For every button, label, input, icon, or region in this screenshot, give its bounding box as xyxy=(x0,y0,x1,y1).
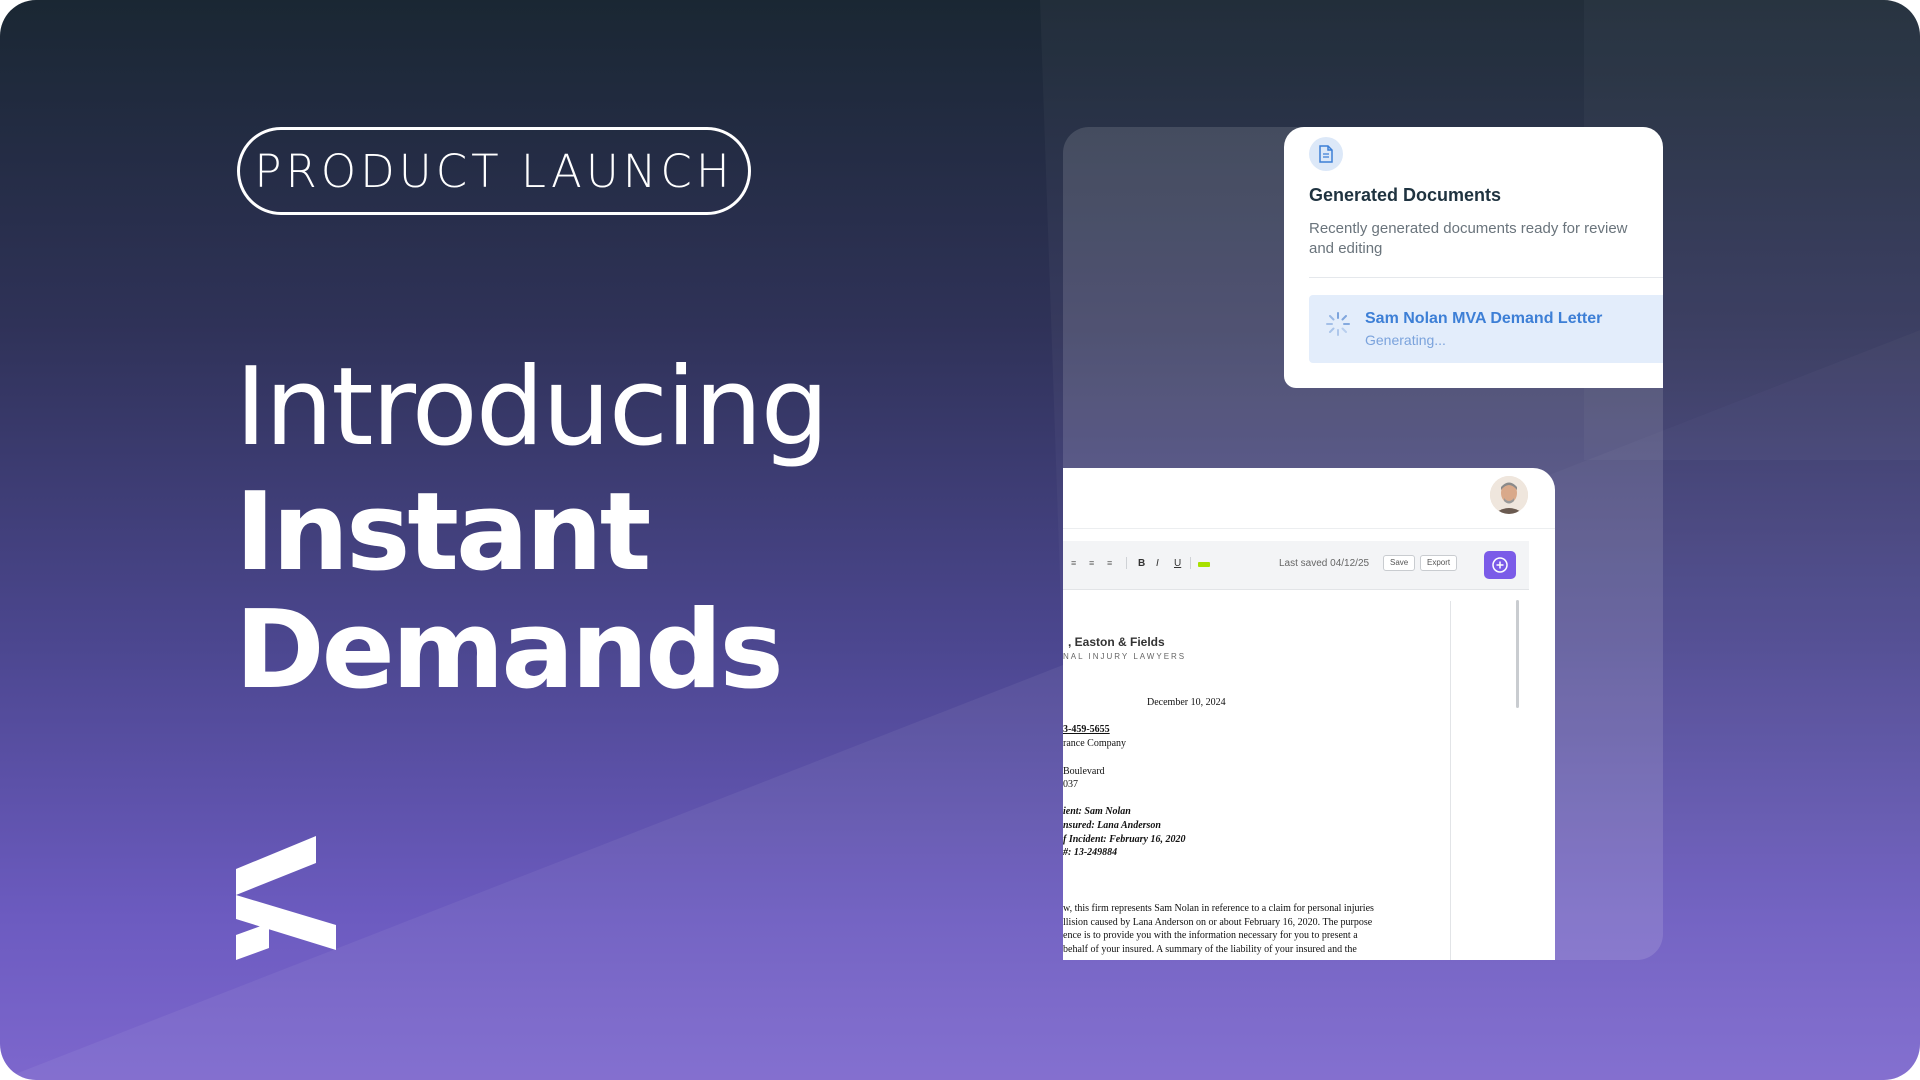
firm-tagline: NAL INJURY LAWYERS xyxy=(1063,652,1187,661)
body-line: ence is to provide you with the informat… xyxy=(1063,930,1358,941)
document-editor: ≡ ≡ ≡ B I U Last saved 04/12/25 Save Exp… xyxy=(1063,468,1555,960)
body-line: behalf of your insured. A summary of the… xyxy=(1063,944,1357,955)
re-line: nsured: Lana Anderson xyxy=(1063,820,1161,831)
editor-toolbar: ≡ ≡ ≡ B I U Last saved 04/12/25 Save Exp… xyxy=(1063,541,1529,590)
italic-button[interactable]: I xyxy=(1156,558,1159,569)
editor-scrollbar[interactable] xyxy=(1516,600,1519,708)
recipient-line: 3-459-5655 xyxy=(1063,724,1110,735)
hero-banner: PRODUCT LAUNCH Introducing Instant Deman… xyxy=(0,0,1920,1080)
highlight-button[interactable] xyxy=(1198,562,1210,567)
divider xyxy=(1309,277,1663,278)
divider xyxy=(1126,557,1127,569)
export-button[interactable]: Export xyxy=(1420,555,1458,571)
document-item-status: Generating... xyxy=(1365,332,1446,348)
align-center-icon[interactable]: ≡ xyxy=(1089,558,1094,568)
align-justify-icon[interactable]: ≡ xyxy=(1107,558,1112,568)
align-left-icon[interactable]: ≡ xyxy=(1071,558,1076,568)
ai-assistant-icon xyxy=(1492,557,1508,573)
generated-documents-subtitle: Recently generated documents ready for r… xyxy=(1309,220,1628,257)
firm-name: , Easton & Fields xyxy=(1068,635,1165,649)
document-icon xyxy=(1309,137,1343,171)
user-avatar[interactable] xyxy=(1490,476,1528,514)
generated-document-item[interactable]: Sam Nolan MVA Demand Letter Generating..… xyxy=(1309,295,1663,363)
recipient-line: rance Company xyxy=(1063,738,1127,749)
loading-spinner-icon xyxy=(1326,312,1350,336)
re-line: #: 13-249884 xyxy=(1063,847,1118,858)
save-button[interactable]: Save xyxy=(1383,555,1416,571)
headline-line-3: Demands xyxy=(235,588,784,713)
page-margin xyxy=(1450,601,1451,960)
headline-line-1: Introducing xyxy=(235,345,829,470)
generated-documents-card: Generated Documents Recently generated d… xyxy=(1284,127,1663,388)
product-launch-badge: PRODUCT LAUNCH xyxy=(237,127,751,215)
recipient-line: 037 xyxy=(1063,779,1078,790)
divider xyxy=(1063,528,1555,529)
underline-button[interactable]: U xyxy=(1174,558,1181,569)
divider xyxy=(1190,557,1191,569)
headline-line-2: Instant xyxy=(235,470,651,595)
body-line: llision caused by Lana Anderson on or ab… xyxy=(1063,917,1373,928)
generated-documents-title: Generated Documents xyxy=(1309,185,1502,205)
re-line: ient: Sam Nolan xyxy=(1063,806,1131,817)
recipient-line: Boulevard xyxy=(1063,766,1105,777)
brand-logo-icon xyxy=(236,836,336,960)
ai-assistant-button[interactable] xyxy=(1484,551,1516,579)
letter-date: December 10, 2024 xyxy=(1147,697,1226,708)
bold-button[interactable]: B xyxy=(1138,558,1145,569)
last-saved-status: Last saved 04/12/25 xyxy=(1279,558,1370,569)
re-line: f Incident: February 16, 2020 xyxy=(1063,834,1186,845)
document-item-title: Sam Nolan MVA Demand Letter xyxy=(1365,310,1603,327)
body-line: w, this firm represents Sam Nolan in ref… xyxy=(1063,903,1374,914)
